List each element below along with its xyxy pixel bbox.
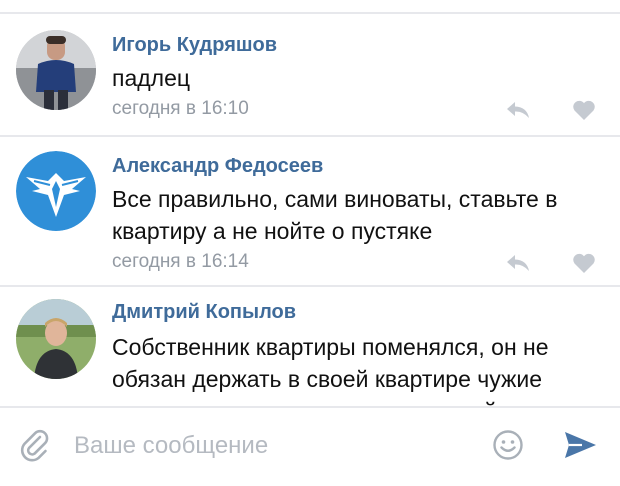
emoji-button[interactable] [492,429,524,461]
attach-button[interactable] [18,428,52,462]
comment-author[interactable]: Игорь Кудряшов [112,34,277,57]
comment-item: Дмитрий Копылов Собственник квартиры пом… [0,287,620,406]
message-composer [0,406,620,486]
comment-time[interactable]: сегодня в 16:10 [112,98,249,120]
reply-arrow-icon [507,255,529,271]
send-button[interactable] [562,429,598,461]
comment-text: Все правильно, сами виноваты, ставьте в … [112,186,558,244]
message-input[interactable] [72,426,476,466]
smiley-icon [493,430,523,460]
reply-arrow-icon [507,102,529,118]
like-button[interactable] [571,99,597,121]
send-arrow-icon [565,432,596,458]
heart-icon [573,253,595,273]
avatar[interactable] [16,30,96,110]
reply-button[interactable] [505,252,531,274]
heart-icon [573,100,595,120]
like-button[interactable] [571,252,597,274]
comment-item: Игорь Кудряшов падлец сегодня в 16:10 [0,14,620,137]
paperclip-icon [20,429,49,462]
comment-author[interactable]: Дмитрий Копылов [112,301,296,324]
comment-time[interactable]: сегодня в 16:14 [112,251,249,273]
comment-text: падлец [112,65,191,91]
avatar[interactable] [16,151,96,231]
reply-button[interactable] [505,99,531,121]
comment-text: Собственник квартиры поменялся, он не об… [112,334,549,406]
comments-feed[interactable]: Игорь Кудряшов падлец сегодня в 16:10 Ал… [0,14,620,406]
comment-author[interactable]: Александр Федосеев [112,155,323,178]
avatar[interactable] [16,299,96,379]
comment-item: Александр Федосеев Все правильно, сами в… [0,137,620,287]
